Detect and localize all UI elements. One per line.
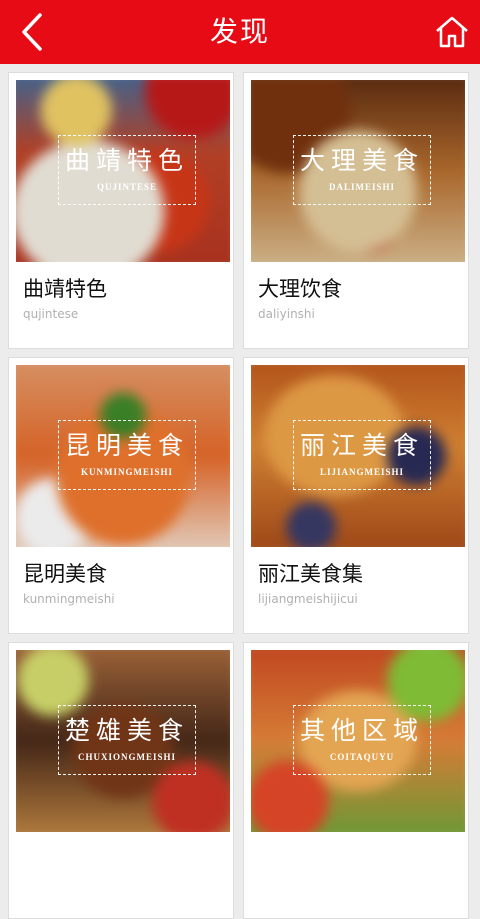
badge-title: 丽江美食	[299, 431, 424, 460]
home-button[interactable]	[434, 14, 470, 50]
photo-badge: 其他区域 COITAQUYU	[293, 705, 431, 775]
card-photo: 昆明美食 KUNMINGMEISHI	[16, 365, 230, 547]
card-subtitle: kunmingmeishi	[23, 592, 115, 606]
badge-title: 曲靖特色	[64, 146, 189, 175]
photo-badge: 昆明美食 KUNMINGMEISHI	[58, 420, 196, 490]
card-qujing[interactable]: 曲靖特色 QUJINTESE 曲靖特色 qujintese	[8, 72, 234, 349]
card-dali[interactable]: 大理美食 DALIMEISHI 大理饮食 daliyinshi	[243, 72, 469, 349]
badge-pinyin: KUNMINGMEISHI	[80, 467, 173, 477]
badge-title: 昆明美食	[64, 431, 189, 460]
page-title: 发现	[209, 15, 270, 48]
home-icon	[436, 16, 468, 48]
badge-pinyin: LIJIANGMEISHI	[319, 467, 404, 477]
photo-badge: 丽江美食 LIJIANGMEISHI	[293, 420, 431, 490]
badge-pinyin: DALIMEISHI	[328, 182, 395, 192]
card-photo: 楚雄美食 CHUXIONGMEISHI	[16, 650, 230, 832]
badge-title: 其他区域	[299, 716, 424, 745]
card-subtitle: daliyinshi	[258, 307, 315, 321]
card-title: 昆明美食	[23, 562, 107, 586]
top-app-bar: 发现	[0, 0, 480, 64]
photo-badge: 大理美食 DALIMEISHI	[293, 135, 431, 205]
badge-pinyin: QUJINTESE	[96, 182, 158, 192]
card-photo: 丽江美食 LIJIANGMEISHI	[251, 365, 465, 547]
card-lijiang[interactable]: 丽江美食 LIJIANGMEISHI 丽江美食集 lijiangmeishiji…	[243, 357, 469, 634]
badge-pinyin: COITAQUYU	[329, 752, 395, 762]
card-photo: 大理美食 DALIMEISHI	[251, 80, 465, 262]
card-title: 曲靖特色	[23, 277, 107, 301]
photo-badge: 曲靖特色 QUJINTESE	[58, 135, 196, 205]
photo-badge: 楚雄美食 CHUXIONGMEISHI	[58, 705, 196, 775]
card-photo: 曲靖特色 QUJINTESE	[16, 80, 230, 262]
card-chuxiong[interactable]: 楚雄美食 CHUXIONGMEISHI	[8, 642, 234, 919]
card-kunming[interactable]: 昆明美食 KUNMINGMEISHI 昆明美食 kunmingmeishi	[8, 357, 234, 634]
card-subtitle: lijiangmeishijicui	[258, 592, 358, 606]
card-title: 大理饮食	[258, 277, 342, 301]
card-other-regions[interactable]: 其他区域 COITAQUYU	[243, 642, 469, 919]
badge-pinyin: CHUXIONGMEISHI	[77, 752, 176, 762]
card-subtitle: qujintese	[23, 307, 79, 321]
badge-title: 楚雄美食	[64, 716, 189, 745]
badge-title: 大理美食	[299, 146, 424, 175]
card-title: 丽江美食集	[258, 562, 363, 586]
card-photo: 其他区域 COITAQUYU	[251, 650, 465, 832]
